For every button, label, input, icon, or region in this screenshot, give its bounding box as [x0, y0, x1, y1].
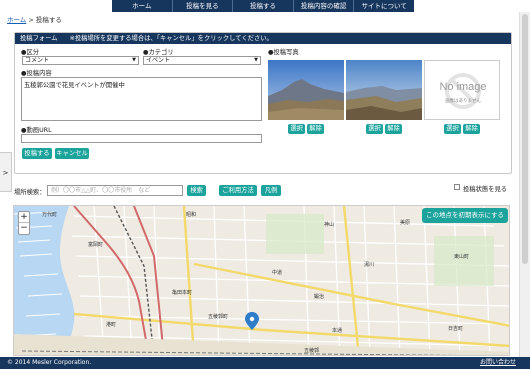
search-label: 場所検索：	[14, 189, 46, 196]
video-url-label: ●動画URL	[21, 127, 52, 134]
place-label-1: 昭和	[186, 211, 196, 218]
nav-about[interactable]: サイトについて	[353, 0, 414, 12]
page-scrollbar[interactable]	[519, 12, 530, 357]
breadcrumb: ホーム > 投稿する	[7, 14, 62, 24]
place-label-14: 富岡町	[88, 241, 103, 248]
zoom-out-button[interactable]: −	[19, 223, 29, 234]
footer: © 2014 Mesler Corporation. お問い合わせ	[0, 357, 530, 369]
no-image-caption: 画像はありません	[445, 99, 481, 104]
form-header: 投稿フォーム ※投稿場所を変更する場合は、「キャンセル」をクリックしてください。	[15, 33, 511, 44]
subcategory-label: ●カテゴリ	[143, 49, 174, 56]
breadcrumb-home[interactable]: ホーム	[7, 16, 26, 24]
zoom-in-button[interactable]: +	[19, 212, 29, 223]
park-area	[266, 214, 324, 254]
photo2-select-button[interactable]: 選択	[366, 124, 383, 134]
place-label-10: 東山町	[454, 253, 469, 260]
search-button[interactable]: 検索	[187, 185, 206, 196]
photo-thumbnail-2	[346, 60, 422, 120]
nav-view-posts[interactable]: 投稿を見る	[171, 0, 233, 12]
breadcrumb-separator: >	[26, 16, 36, 24]
subcategory-select[interactable]: イベント ▼	[143, 56, 261, 65]
place-label-5: 鍛治	[314, 293, 324, 300]
map-view[interactable]: 昭和 神山 亀田本町 中道 鍛治 五稜郭町 本通 五稜郭 湯川 東山町 日吉町 …	[13, 205, 510, 356]
zoom-control: + −	[18, 211, 30, 235]
content-label: ●投稿内容	[21, 70, 52, 77]
no-image-placeholder: No image 画像はありません	[424, 60, 500, 120]
post-status-checkbox[interactable]	[454, 184, 460, 190]
photo3-select-button[interactable]: 選択	[444, 124, 461, 134]
place-label-3: 亀田本町	[172, 289, 192, 296]
map-canvas[interactable]: 昭和 神山 亀田本町 中道 鍛治 五稜郭町 本通 五稜郭 湯川 東山町 日吉町 …	[14, 206, 510, 356]
place-label-7: 本通	[332, 327, 342, 334]
no-image-title: No image	[439, 81, 487, 93]
nav-post[interactable]: 投稿する	[232, 0, 293, 12]
nav-home[interactable]: ホーム	[112, 0, 172, 12]
usage-button[interactable]: ご利用方法	[219, 185, 257, 196]
photo-thumbnail-1	[268, 60, 344, 120]
category-select[interactable]: コメント ▼	[22, 56, 139, 65]
submit-button[interactable]: 投稿する	[22, 148, 52, 159]
form-notice: ※投稿場所を変更する場合は、「キャンセル」をクリックしてください。	[69, 35, 273, 42]
subcategory-value: イベント	[146, 57, 171, 64]
photo-label: ●投稿写真	[268, 49, 299, 56]
content-textarea[interactable]: 五稜郭公園で花見イベントが開催中	[21, 77, 262, 121]
contact-link[interactable]: お問い合わせ	[480, 357, 516, 369]
place-label-8: 五稜郭	[304, 347, 319, 354]
category-label: ●区分	[21, 49, 40, 56]
video-url-input[interactable]	[21, 134, 262, 143]
nav-confirm[interactable]: 投稿内容の確認	[292, 0, 354, 12]
photo3-remove-button[interactable]: 解除	[463, 124, 480, 134]
place-label-11: 日吉町	[448, 325, 463, 332]
place-label-12: 港町	[106, 321, 116, 328]
post-status-label: 投稿状態を見る	[463, 186, 508, 193]
copyright-text: © 2014 Mesler Corporation.	[7, 359, 92, 366]
place-label-13: 万代町	[42, 211, 57, 218]
hill-area	[434, 236, 494, 286]
place-label-6: 五稜郭町	[208, 313, 228, 320]
place-label-4: 中道	[272, 269, 282, 276]
place-label-9: 湯川	[364, 261, 374, 268]
breadcrumb-current: 投稿する	[35, 16, 62, 24]
category-value: コメント	[25, 57, 50, 64]
place-label-15: 美原	[400, 219, 410, 226]
cancel-button[interactable]: キャンセル	[55, 148, 89, 159]
chevron-down-icon: ▼	[254, 57, 258, 63]
photo2-remove-button[interactable]: 解除	[385, 124, 402, 134]
main-nav: ホーム 投稿を見る 投稿する 投稿内容の確認 サイトについて	[112, 0, 414, 12]
set-default-location-button[interactable]: この地点を初期表示にする	[422, 208, 508, 223]
photo1-select-button[interactable]: 選択	[288, 124, 305, 134]
place-search-input[interactable]: 例）〇〇市△△町、〇〇市役所 など	[47, 185, 183, 196]
photo1-remove-button[interactable]: 解除	[307, 124, 324, 134]
side-panel-toggle[interactable]: >	[0, 152, 12, 192]
chevron-down-icon: ▼	[132, 57, 136, 63]
scrollbar-thumb[interactable]	[522, 14, 528, 264]
place-label-2: 神山	[324, 221, 334, 228]
form-title: 投稿フォーム	[20, 35, 58, 42]
legend-button[interactable]: 凡例	[261, 185, 281, 196]
